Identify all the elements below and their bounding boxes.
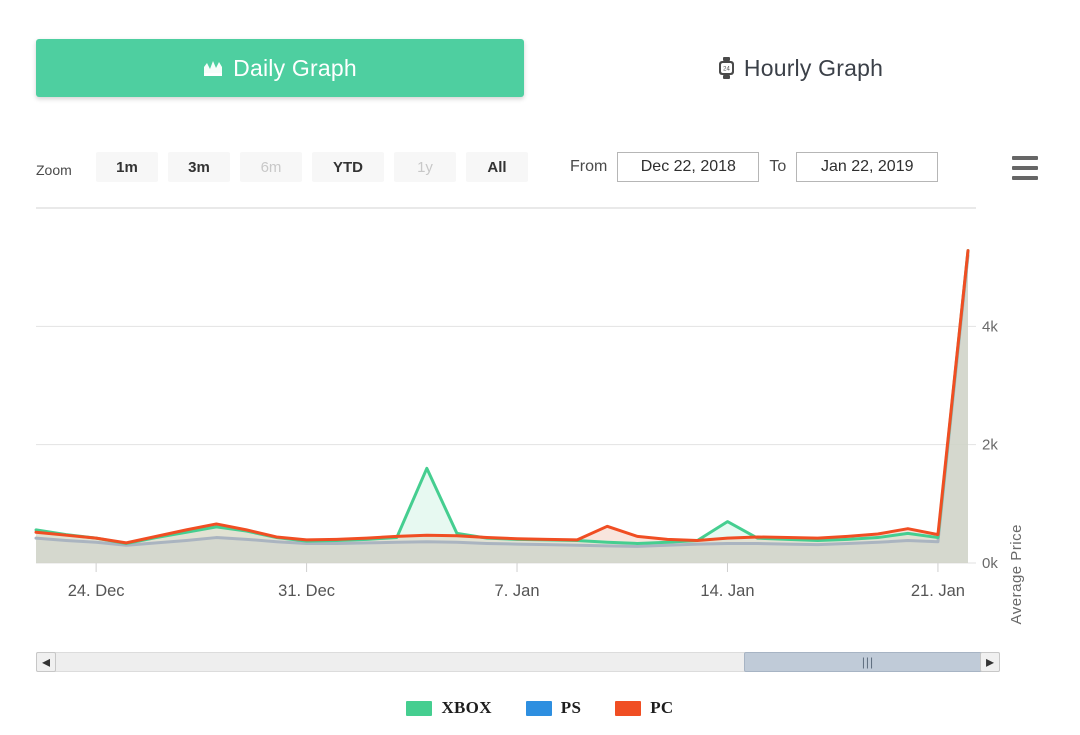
date-range-inputs: From Dec 22, 2018 To Jan 22, 2019 <box>570 152 939 182</box>
tab-daily-graph-label: Daily Graph <box>233 54 357 81</box>
legend-item-ps[interactable]: PS <box>525 698 582 718</box>
bar-chart-icon <box>203 58 225 78</box>
zoom-button-3m[interactable]: 3m <box>168 152 230 182</box>
svg-text:4k: 4k <box>982 318 998 335</box>
legend-swatch-ps <box>525 700 552 716</box>
legend-label-xbox: XBOX <box>441 698 492 717</box>
y-axis-title: Average Price <box>1008 524 1025 625</box>
zoom-button-all[interactable]: All <box>466 152 528 182</box>
hamburger-menu-icon[interactable] <box>1012 156 1038 180</box>
chart-navigator-scrollbar[interactable]: ◂ ||| ▸ <box>36 652 1000 672</box>
svg-text:2k: 2k <box>982 437 998 454</box>
zoom-label: Zoom <box>36 162 72 178</box>
navigator-thumb[interactable]: ||| <box>744 652 992 672</box>
svg-text:24. Dec: 24. Dec <box>68 582 125 600</box>
svg-text:24: 24 <box>723 67 730 73</box>
menu-bar-1 <box>1012 156 1038 160</box>
menu-bar-3 <box>1012 176 1038 180</box>
legend-label-pc: PC <box>650 698 674 717</box>
legend-item-pc[interactable]: PC <box>615 698 673 718</box>
zoom-button-6m[interactable]: 6m <box>240 152 302 182</box>
graph-tabs: Daily Graph 24 Hourly Graph <box>0 0 1080 120</box>
svg-text:0k: 0k <box>982 555 998 572</box>
chart-legend: XBOX PS PC <box>0 698 1080 718</box>
chart-canvas[interactable]: 0k 2k 4k 24. Dec 31. Dec 7. Jan 14. Jan 21. Jan <box>0 196 1080 656</box>
svg-text:7. Jan: 7. Jan <box>495 582 540 600</box>
svg-text:31. Dec: 31. Dec <box>278 582 335 600</box>
to-label: To <box>769 158 787 175</box>
from-date-input[interactable]: Dec 22, 2018 <box>617 152 760 182</box>
navigator-scroll-left-icon[interactable]: ◂ <box>36 652 56 672</box>
legend-swatch-xbox <box>406 700 433 716</box>
smartwatch-icon: 24 <box>717 57 736 79</box>
zoom-button-group: 1m 3m 6m YTD 1y All <box>96 152 528 182</box>
menu-bar-2 <box>1012 166 1038 170</box>
svg-text:14. Jan: 14. Jan <box>700 582 754 600</box>
zoom-button-ytd[interactable]: YTD <box>312 152 384 182</box>
navigator-scroll-right-icon[interactable]: ▸ <box>980 652 1000 672</box>
tab-hourly-graph-label: Hourly Graph <box>743 54 884 81</box>
tab-daily-graph[interactable]: Daily Graph <box>36 39 524 97</box>
to-date-input[interactable]: Jan 22, 2019 <box>796 152 939 182</box>
from-label: From <box>570 158 608 175</box>
price-chart: 0k 2k 4k 24. Dec 31. Dec 7. Jan 14. Jan 21. Jan… <box>0 196 1080 656</box>
tab-hourly-graph[interactable]: 24 Hourly Graph <box>560 39 1040 97</box>
zoom-button-1m[interactable]: 1m <box>96 152 158 182</box>
legend-swatch-pc <box>615 700 642 716</box>
svg-text:21. Jan: 21. Jan <box>911 582 965 600</box>
range-selector: Zoom 1m 3m 6m YTD 1y All From Dec 22, 20… <box>0 152 1080 196</box>
navigator-grip-icon: ||| <box>861 655 875 669</box>
legend-item-xbox[interactable]: XBOX <box>406 698 491 718</box>
legend-label-ps: PS <box>560 698 582 717</box>
zoom-button-1y[interactable]: 1y <box>394 152 456 182</box>
